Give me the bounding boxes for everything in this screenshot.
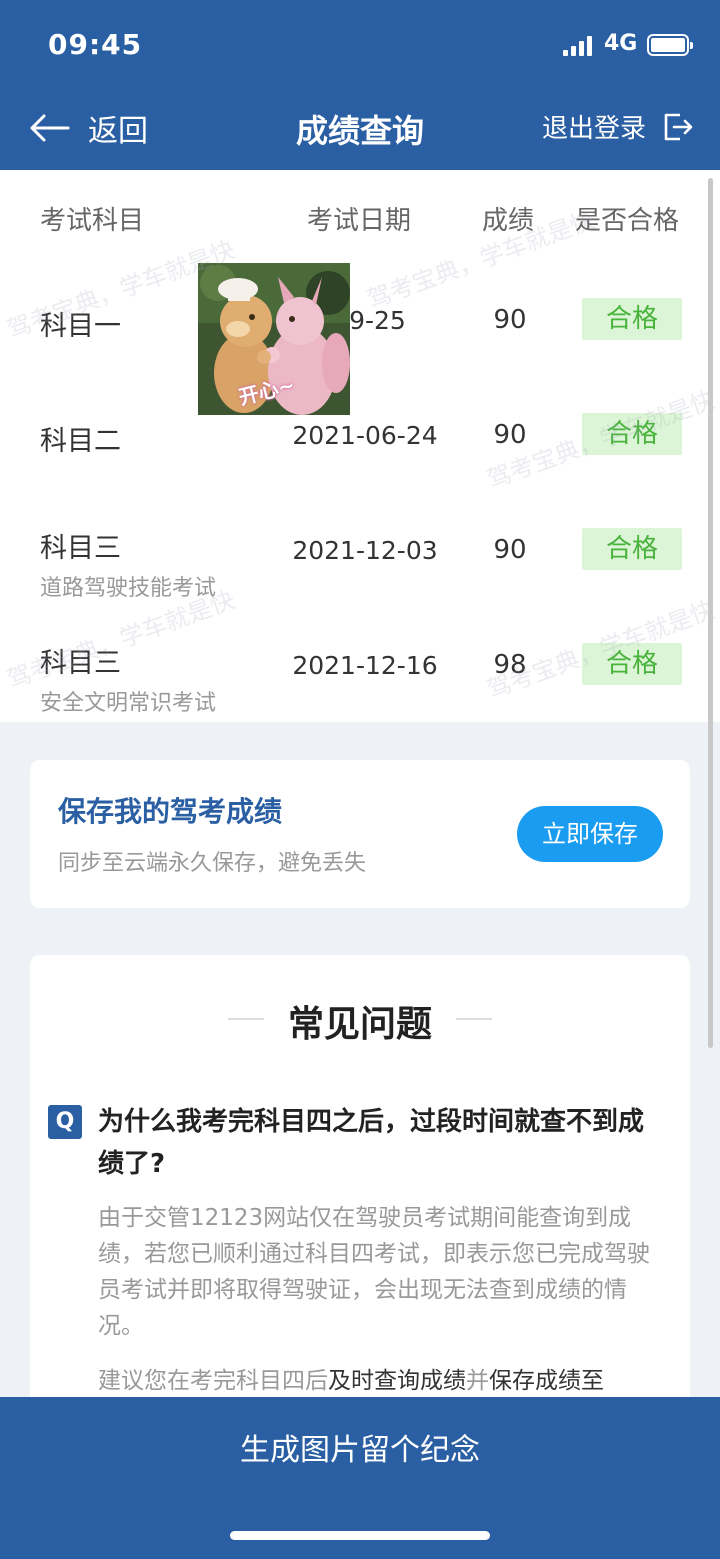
row-subject: 科目一 bbox=[40, 311, 121, 342]
logout-icon bbox=[664, 113, 693, 140]
row-score: 90 bbox=[493, 535, 527, 565]
table-row: 科目三 道路驾驶技能考试 2021-12-03 90 合格 bbox=[0, 492, 720, 607]
divider bbox=[456, 1018, 492, 1020]
network-label: 4G bbox=[604, 31, 638, 56]
table-row: 科目三 安全文明常识考试 2021-12-16 98 合格 bbox=[0, 607, 720, 722]
advice-highlight: 保存成绩至 bbox=[489, 1368, 604, 1394]
pass-badge: 合格 bbox=[582, 413, 682, 455]
row-score: 90 bbox=[493, 305, 527, 335]
logout-button[interactable]: 退出登录 bbox=[542, 108, 694, 145]
logout-label: 退出登录 bbox=[541, 114, 646, 144]
row-date: 2021-06-24 bbox=[292, 421, 438, 450]
table-row: 科目二 2021-06-24 90 合格 bbox=[0, 377, 720, 492]
save-card-title: 保存我的驾考成绩 bbox=[58, 795, 283, 828]
save-now-button[interactable]: 立即保存 bbox=[517, 806, 663, 862]
row-subject-detail: 道路驾驶技能考试 bbox=[40, 576, 217, 601]
col-header-subject: 考试科目 bbox=[40, 206, 145, 236]
nav-bar: 返回 成绩查询 退出登录 bbox=[0, 90, 720, 170]
col-header-date: 考试日期 bbox=[307, 206, 412, 236]
save-card-subtitle: 同步至云端永久保存，避免丢失 bbox=[58, 851, 367, 876]
advice-text: 建议您在考完科目四后 bbox=[98, 1368, 328, 1394]
bottom-action-bar[interactable]: 生成图片留个纪念 bbox=[0, 1397, 720, 1559]
pass-badge: 合格 bbox=[582, 528, 682, 570]
row-date: 2021-12-16 bbox=[292, 651, 438, 680]
header: 09:45 4G 返回 成绩查询 退出登录 bbox=[0, 0, 720, 170]
faq-card: 常见问题 Q 为什么我考完科目四之后，过段时间就查不到成绩了? 由于交管1212… bbox=[30, 955, 690, 1455]
battery-icon bbox=[647, 34, 693, 56]
faq-title: 常见问题 bbox=[287, 1004, 432, 1045]
scrollbar[interactable] bbox=[708, 178, 713, 1048]
col-header-score: 成绩 bbox=[482, 206, 535, 236]
advice-highlight: 及时查询成绩 bbox=[328, 1368, 466, 1394]
advice-text: 并 bbox=[466, 1368, 489, 1394]
pass-badge: 合格 bbox=[582, 298, 682, 340]
row-subject: 科目二 bbox=[40, 426, 121, 457]
faq-header: 常见问题 bbox=[30, 995, 690, 1045]
pass-badge: 合格 bbox=[582, 643, 682, 685]
home-indicator[interactable] bbox=[230, 1531, 490, 1540]
row-subject: 科目三 bbox=[40, 533, 121, 564]
faq-question: 为什么我考完科目四之后，过段时间就查不到成绩了? bbox=[98, 1107, 645, 1179]
faq-answer: 由于交管12123网站仅在驾驶员考试期间能查询到成绩，若您已顺利通过科目四考试，… bbox=[98, 1205, 650, 1339]
col-header-pass: 是否合格 bbox=[575, 206, 680, 236]
generate-image-button[interactable]: 生成图片留个纪念 bbox=[0, 1425, 720, 1469]
table-row: 科目一 -09-25 90 合格 bbox=[0, 262, 720, 377]
question-icon: Q bbox=[48, 1105, 82, 1139]
divider bbox=[228, 1018, 264, 1020]
row-score: 98 bbox=[493, 650, 527, 680]
row-score: 90 bbox=[493, 420, 527, 450]
score-table: 考试科目 考试日期 成绩 是否合格 科目一 -09-25 90 合格 科目二 2… bbox=[0, 170, 720, 722]
signal-icon bbox=[563, 36, 593, 56]
status-bar: 09:45 4G bbox=[0, 0, 720, 90]
sticker-photo: 开心~ bbox=[198, 263, 350, 415]
save-score-card: 保存我的驾考成绩 同步至云端永久保存，避免丢失 立即保存 bbox=[30, 760, 690, 908]
status-time: 09:45 bbox=[48, 28, 143, 61]
faq-advice: 建议您在考完科目四后及时查询成绩并保存成绩至 bbox=[98, 1363, 658, 1399]
row-subject: 科目三 bbox=[40, 648, 121, 679]
row-subject-detail: 安全文明常识考试 bbox=[40, 691, 217, 716]
row-date: 2021-12-03 bbox=[292, 536, 438, 565]
